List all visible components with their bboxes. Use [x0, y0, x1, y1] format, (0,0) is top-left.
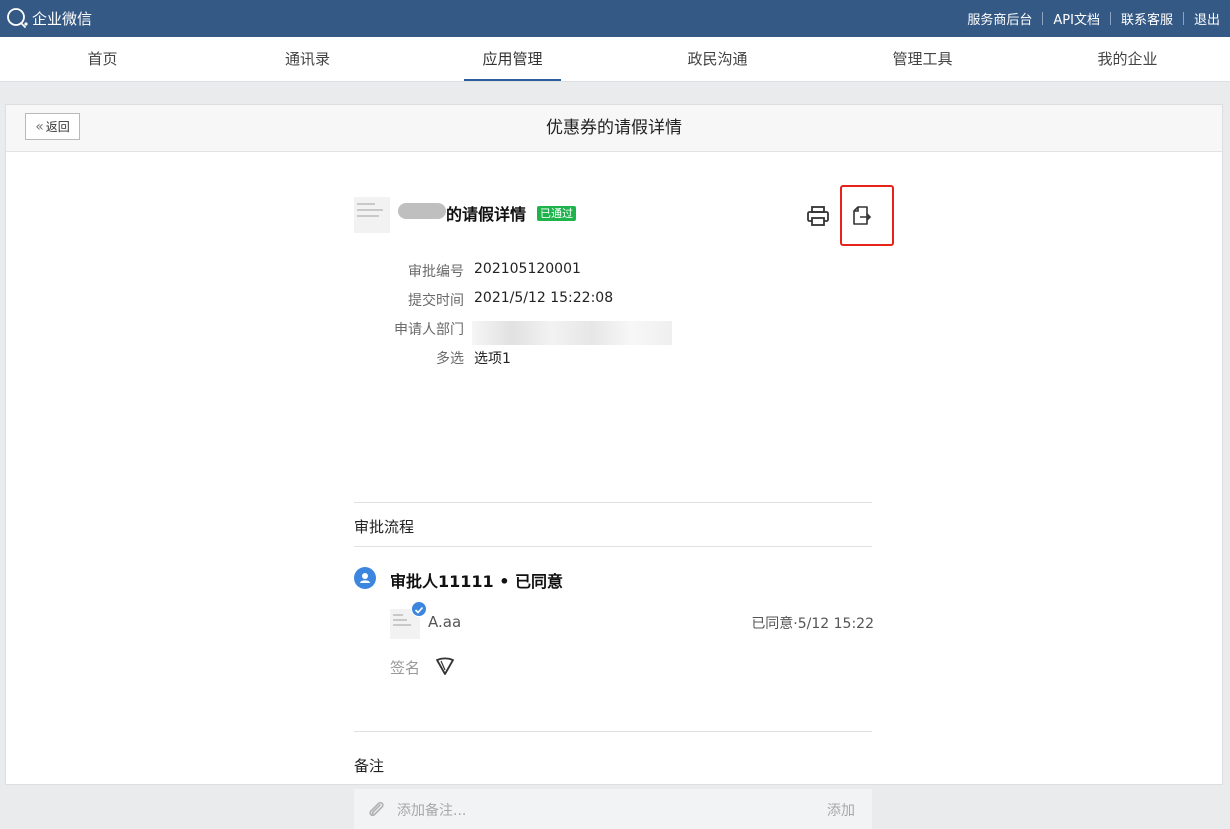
wecom-logo-icon: [7, 8, 28, 28]
top-bar: 企业微信 服务商后台 API文档 联系客服 退出: [0, 0, 1230, 37]
highlight-box: [840, 185, 894, 246]
approver-icon: [354, 567, 376, 589]
signature-label: 签名: [390, 659, 421, 677]
service-provider-link[interactable]: 服务商后台: [967, 9, 1032, 28]
link-divider: [1042, 12, 1044, 25]
brand-logo[interactable]: 企业微信: [5, 6, 92, 30]
note-input[interactable]: 添加备注... 添加: [354, 789, 872, 829]
divider: [354, 731, 872, 732]
link-divider: [1109, 12, 1111, 25]
tab-contacts[interactable]: 通讯录: [205, 37, 410, 81]
paperclip-icon[interactable]: [366, 799, 386, 819]
api-docs-link[interactable]: API文档: [1053, 9, 1100, 28]
main-nav: 首页 通讯录 应用管理 政民沟通 管理工具 我的企业: [0, 37, 1230, 82]
link-divider: [1182, 12, 1184, 25]
tab-management-tools[interactable]: 管理工具: [820, 37, 1025, 81]
approver-status: 审批人11111 • 已同意: [390, 572, 564, 591]
blurred-department: [472, 321, 672, 345]
signature-image[interactable]: [434, 655, 456, 677]
divider: [354, 502, 872, 503]
logout-link[interactable]: 退出: [1194, 9, 1220, 28]
card-header: « 返回 优惠券的请假详情: [6, 105, 1222, 152]
approver-name: A.aa: [428, 613, 462, 631]
contact-support-link[interactable]: 联系客服: [1121, 9, 1173, 28]
tab-home[interactable]: 首页: [0, 37, 205, 81]
print-icon[interactable]: [806, 205, 830, 227]
approve-time: 已同意·5/12 15:22: [751, 616, 874, 632]
note-section-title: 备注: [354, 757, 385, 775]
divider: [354, 546, 872, 547]
add-note-button[interactable]: 添加: [827, 800, 855, 820]
status-badge: 已通过: [537, 206, 576, 221]
detail-card: « 返回 优惠券的请假详情 的请假详情 已通过 审批编号 20210512000…: [5, 104, 1223, 829]
applicant-avatar: [354, 197, 390, 233]
field-submit-time: 提交时间 2021/5/12 15:22:08: [408, 290, 614, 309]
page-title: 优惠券的请假详情: [546, 118, 682, 138]
user-icon: [360, 573, 370, 583]
check-icon: [411, 601, 427, 617]
field-multi-select: 多选 选项1: [436, 351, 511, 367]
brand-name: 企业微信: [32, 9, 93, 28]
field-department: 申请人部门: [354, 319, 874, 345]
blurred-applicant-name: [398, 203, 446, 219]
tab-my-company[interactable]: 我的企业: [1025, 37, 1230, 81]
detail-title: 的请假详情: [446, 205, 527, 224]
note-placeholder: 添加备注...: [397, 803, 467, 819]
top-links: 服务商后台 API文档 联系客服 退出: [967, 0, 1220, 37]
flow-section-title: 审批流程: [354, 518, 415, 536]
tab-app-management[interactable]: 应用管理: [410, 37, 615, 81]
tab-gov-communication[interactable]: 政民沟通: [615, 37, 820, 81]
field-approval-number: 审批编号 202105120001: [408, 261, 581, 280]
